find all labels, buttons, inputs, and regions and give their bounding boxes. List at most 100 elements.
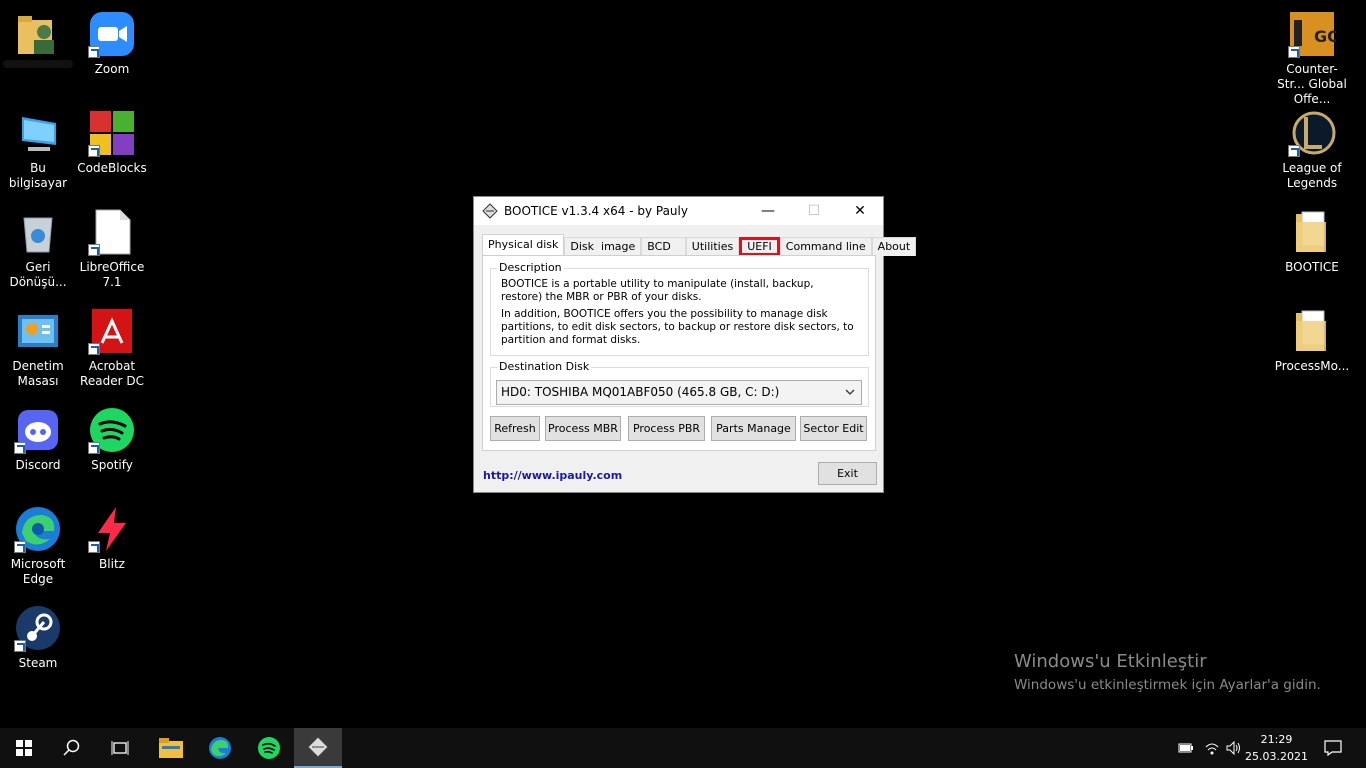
taskbar-edge[interactable] <box>196 728 244 768</box>
shortcut-arrow-icon <box>88 46 100 58</box>
svg-text:GO: GO <box>1314 27 1336 46</box>
minimize-button[interactable]: — <box>745 197 791 225</box>
desktop-icon-blitz[interactable]: Blitz <box>74 497 150 572</box>
shortcut-arrow-icon <box>14 640 26 652</box>
clock-time: 21:29 <box>1260 733 1293 746</box>
edge-icon <box>209 737 231 759</box>
blitz-icon <box>88 505 136 553</box>
shortcut-arrow-icon <box>14 442 26 454</box>
search-button[interactable] <box>48 728 96 768</box>
desktop-icon-edge[interactable]: Microsoft Edge <box>0 497 76 587</box>
libreoffice-icon <box>88 208 136 256</box>
taskbar-file-explorer[interactable] <box>147 728 195 768</box>
parts-manage-button[interactable]: Parts Manage <box>711 416 796 441</box>
physical-disk-panel: Description BOOTICE is a portable utilit… <box>482 255 876 451</box>
shortcut-arrow-icon <box>14 541 26 553</box>
desktop-icon-processmo-folder[interactable]: ProcessMo... <box>1274 299 1350 374</box>
description-paragraph-2: In addition, BOOTICE offers you the poss… <box>501 308 854 346</box>
bootice-app-icon <box>307 736 329 758</box>
icon-label: Denetim Masası <box>12 359 64 388</box>
desktop-icon-codeblocks[interactable]: CodeBlocks <box>74 101 150 176</box>
icon-label: Steam <box>18 656 58 670</box>
desktop-icon-user-folder[interactable] <box>0 2 76 68</box>
icon-label: Microsoft Edge <box>10 557 66 586</box>
icon-label: Zoom <box>94 62 130 76</box>
discord-icon <box>14 406 62 454</box>
destination-disk-select[interactable]: HD0: TOSHIBA MQ01ABF050 (465.8 GB, C: D:… <box>496 380 862 405</box>
close-button[interactable]: ✕ <box>837 197 883 225</box>
desktop-icon-acrobat[interactable]: Acrobat Reader DC <box>74 299 150 389</box>
chevron-down-icon <box>845 381 855 413</box>
system-clock[interactable]: 21:29 25.03.2021 <box>1245 731 1308 765</box>
wifi-icon[interactable] <box>1202 728 1222 768</box>
icon-label: Geri Dönüşü... <box>9 260 67 289</box>
icon-label: LibreOffice 7.1 <box>79 260 145 289</box>
icon-label: Bu bilgisayar <box>8 161 68 190</box>
control-panel-icon <box>14 307 62 355</box>
shortcut-arrow-icon <box>88 244 100 256</box>
desktop-icon-league[interactable]: League of Legends <box>1274 101 1350 191</box>
desktop-icon-spotify[interactable]: Spotify <box>74 398 150 473</box>
refresh-button[interactable]: Refresh <box>490 416 540 441</box>
windows-logo-icon <box>16 740 32 756</box>
task-view-button[interactable] <box>96 728 144 768</box>
destination-legend: Destination Disk <box>497 360 592 373</box>
folder-icon <box>1288 208 1336 256</box>
window-title: BOOTICE v1.3.4 x64 - by Pauly <box>504 204 688 218</box>
taskbar-bootice[interactable] <box>294 728 342 768</box>
icon-label: CodeBlocks <box>77 161 147 175</box>
desktop-icon-recycle-bin[interactable]: Geri Dönüşü... <box>0 200 76 290</box>
desktop-icon-csgo[interactable]: GO Counter-Str... Global Offe... <box>1274 2 1350 107</box>
bootice-app-icon <box>482 203 498 219</box>
process-mbr-button[interactable]: Process MBR <box>545 416 621 441</box>
process-pbr-button[interactable]: Process PBR <box>628 416 705 441</box>
tab-command-line[interactable]: Command line <box>779 237 872 256</box>
desktop-icon-discord[interactable]: Discord <box>0 398 76 473</box>
icon-label: Discord <box>15 458 61 472</box>
codeblocks-icon <box>88 109 136 157</box>
desktop-icon-bootice-folder[interactable]: BOOTICE <box>1274 200 1350 275</box>
desktop-icon-control-panel[interactable]: Denetim Masası <box>0 299 76 389</box>
desktop-icon-zoom[interactable]: Zoom <box>74 2 150 77</box>
start-button[interactable] <box>0 728 48 768</box>
bootice-window: BOOTICE v1.3.4 x64 - by Pauly — ☐ ✕ Phys… <box>473 196 917 493</box>
desktop-icon-this-pc[interactable]: Bu bilgisayar <box>0 101 76 191</box>
tab-physical-disk[interactable]: Physical disk <box>482 234 565 256</box>
zoom-icon <box>88 10 136 58</box>
notification-icon <box>1324 740 1342 756</box>
website-link[interactable]: http://www.ipauly.com <box>483 469 622 482</box>
tab-strip: Physical disk Disk image BCD Utilities U… <box>482 234 917 256</box>
shortcut-arrow-icon <box>88 343 100 355</box>
task-view-icon <box>111 741 129 755</box>
icon-label: ProcessMo... <box>1274 359 1350 373</box>
battery-icon[interactable] <box>1176 728 1196 768</box>
exit-button[interactable]: Exit <box>818 462 877 485</box>
description-legend: Description <box>497 261 564 274</box>
sector-edit-button[interactable]: Sector Edit <box>800 416 867 441</box>
csgo-icon: GO <box>1288 10 1341 58</box>
tab-uefi[interactable]: UEFI <box>739 237 780 256</box>
title-bar[interactable]: BOOTICE v1.3.4 x64 - by Pauly — ☐ ✕ <box>474 197 883 225</box>
desktop-icon-steam[interactable]: Steam <box>0 596 76 671</box>
activation-watermark-title: Windows'u Etkinleştir <box>1014 651 1207 672</box>
description-paragraph-1: BOOTICE is a portable utility to manipul… <box>501 278 814 303</box>
shortcut-arrow-icon <box>88 145 100 157</box>
search-icon <box>63 739 80 756</box>
desktop-icon-libreoffice[interactable]: LibreOffice 7.1 <box>74 200 150 290</box>
tab-disk-image[interactable]: Disk image <box>564 237 642 256</box>
steam-icon <box>14 604 62 652</box>
activation-watermark-subtitle: Windows'u etkinleştirmek için Ayarlar'a … <box>1014 677 1321 693</box>
tab-about[interactable]: About <box>871 237 917 256</box>
clock-date: 25.03.2021 <box>1245 750 1308 763</box>
taskbar-spotify[interactable] <box>245 728 293 768</box>
tab-bcd[interactable]: BCD <box>641 237 686 256</box>
maximize-button[interactable]: ☐ <box>791 197 837 225</box>
icon-label: League of Legends <box>1282 161 1342 190</box>
icon-label: Blitz <box>99 557 125 571</box>
tab-utilities[interactable]: Utilities <box>685 237 740 256</box>
icon-label: BOOTICE <box>1285 260 1339 274</box>
volume-icon[interactable] <box>1224 728 1244 768</box>
icon-label: Acrobat Reader DC <box>80 359 144 388</box>
icon-label: Spotify <box>91 458 133 472</box>
notification-center-button[interactable] <box>1320 728 1346 768</box>
